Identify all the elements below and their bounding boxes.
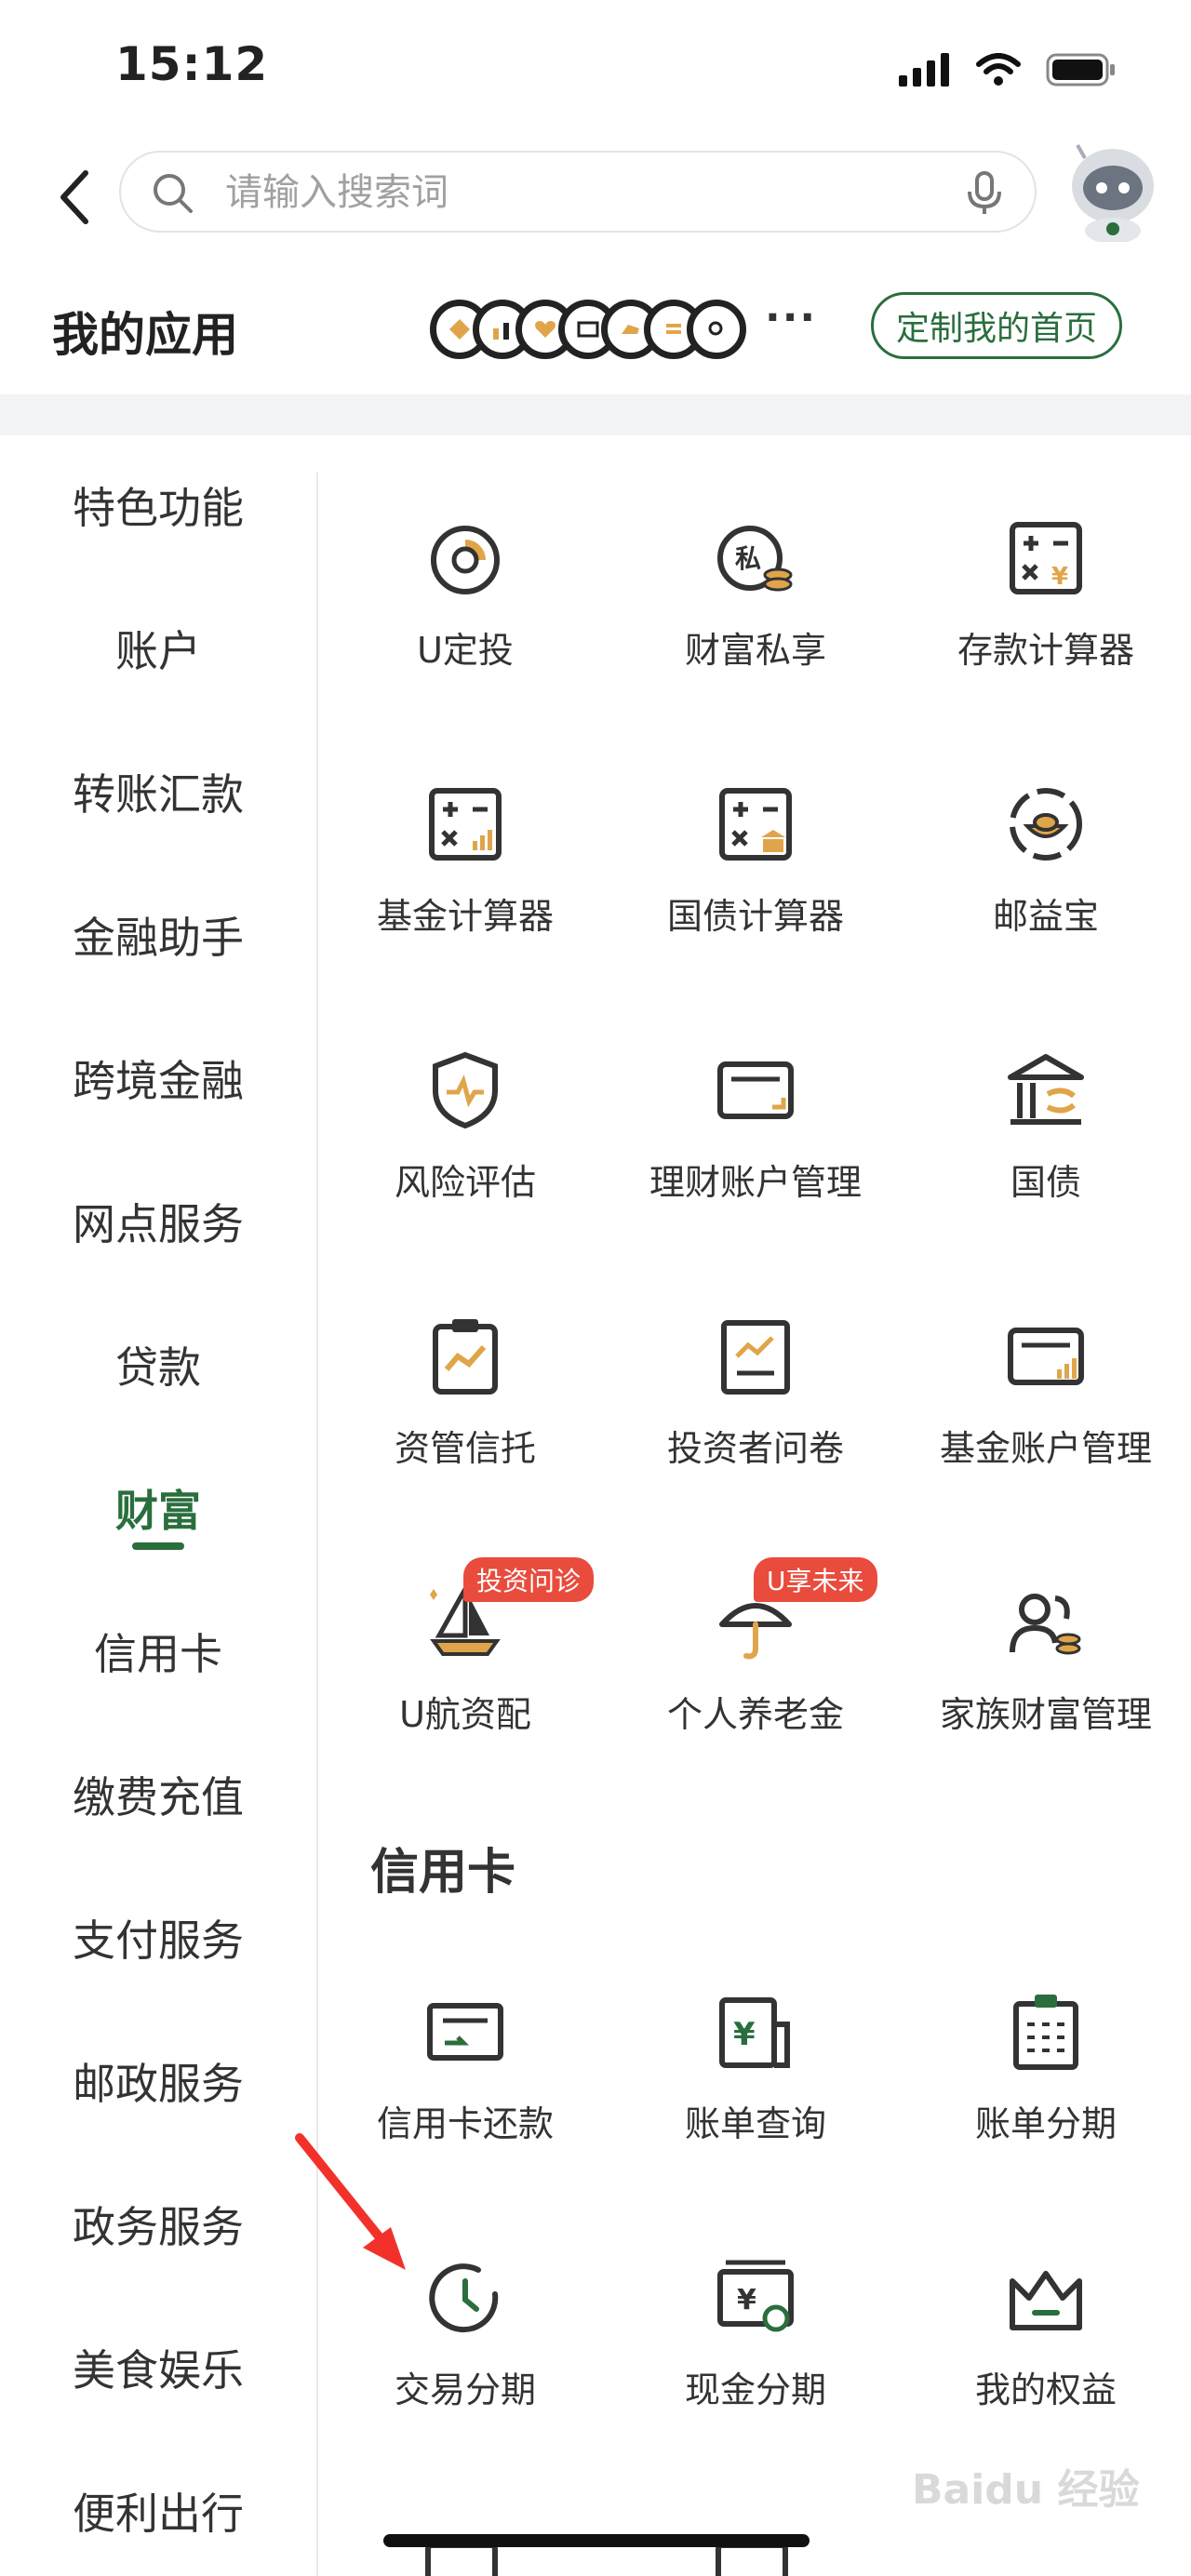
robot-avatar[interactable] bbox=[1057, 140, 1169, 242]
crown-icon bbox=[1010, 2271, 1082, 2330]
app-family-wealth[interactable]: 家族财富管理 bbox=[901, 1578, 1191, 1737]
app-wealth-account-mgmt[interactable]: 理财账户管理 bbox=[610, 1046, 901, 1205]
customize-home-button[interactable]: 定制我的首页 bbox=[871, 292, 1122, 359]
back-arrow-icon[interactable] bbox=[47, 160, 102, 234]
app-investor-questionnaire[interactable]: 投资者问卷 bbox=[610, 1312, 901, 1471]
status-icons bbox=[899, 47, 1117, 93]
questionnaire-icon bbox=[721, 1320, 790, 1395]
badge-u-future: U享未来 bbox=[754, 1557, 877, 1602]
bond-calculator-icon bbox=[719, 788, 792, 861]
status-bar: 15:12 bbox=[0, 0, 1191, 130]
shortcut-search-icon bbox=[687, 300, 746, 359]
svg-text:¥: ¥ bbox=[733, 2016, 756, 2053]
app-deposit-calculator[interactable]: ¥ 存款计算器 bbox=[901, 514, 1191, 673]
badge-investment-diagnosis: 投资问诊 bbox=[463, 1557, 595, 1602]
app-private-wealth[interactable]: 私 财富私享 bbox=[610, 514, 901, 673]
sidebar-item-credit-card[interactable]: 信用卡 bbox=[0, 1621, 316, 1682]
sidebar-item-gov-service[interactable]: 政务服务 bbox=[0, 2194, 316, 2255]
sidebar-item-branch-service[interactable]: 网点服务 bbox=[0, 1191, 316, 1252]
microphone-icon[interactable] bbox=[966, 171, 1003, 216]
wifi-icon bbox=[976, 53, 1021, 86]
private-wealth-icon: 私 bbox=[717, 526, 793, 592]
card-repay-icon bbox=[427, 2003, 503, 2061]
clock-icon bbox=[429, 2263, 499, 2333]
card-icon bbox=[717, 1061, 794, 1119]
app-asset-trust[interactable]: 资管信托 bbox=[320, 1312, 610, 1471]
cash-installment-icon: ¥ bbox=[717, 2260, 794, 2332]
app-bill-installment[interactable]: 账单分期 bbox=[901, 1987, 1191, 2146]
bill-query-icon: ¥ bbox=[719, 1997, 790, 2068]
app-u-hang-allocation[interactable]: 投资问诊 U航资配 bbox=[320, 1557, 610, 1737]
top-nav bbox=[0, 140, 1191, 251]
app-bill-query[interactable]: ¥ 账单查询 bbox=[610, 1987, 901, 2146]
clipboard-chart-icon bbox=[433, 1319, 498, 1395]
app-cash-installment[interactable]: ¥ 现金分期 bbox=[610, 2253, 901, 2412]
sidebar-item-food-entertainment[interactable]: 美食娱乐 bbox=[0, 2337, 316, 2398]
my-apps-row: 我的应用 ··· 定制我的首页 bbox=[0, 279, 1191, 381]
fund-calculator-icon bbox=[429, 788, 502, 861]
search-icon bbox=[154, 174, 193, 213]
app-bond-calculator[interactable]: 国债计算器 bbox=[610, 780, 901, 939]
deposit-calculator-icon: ¥ bbox=[1010, 522, 1082, 594]
family-icon bbox=[1010, 1594, 1081, 1655]
app-my-benefits[interactable]: 我的权益 bbox=[901, 2253, 1191, 2412]
watermark-logo: Baidu 经验 bbox=[912, 2466, 1140, 2514]
app-personal-pension[interactable]: U享未来 个人养老金 bbox=[610, 1557, 901, 1737]
app-risk-assessment[interactable]: 风险评估 bbox=[320, 1046, 610, 1205]
app-u-invest[interactable]: U定投 bbox=[320, 514, 610, 673]
sidebar-item-payment-topup[interactable]: 缴费充值 bbox=[0, 1764, 316, 1825]
app-fund-account-mgmt[interactable]: 基金账户管理 bbox=[901, 1312, 1191, 1471]
home-indicator[interactable] bbox=[383, 2534, 810, 2547]
sidebar-item-loans[interactable]: 贷款 bbox=[0, 1334, 316, 1395]
more-apps-button[interactable]: ··· bbox=[765, 294, 817, 341]
sidebar-item-account[interactable]: 账户 bbox=[0, 618, 316, 679]
bill-installment-icon bbox=[1013, 1995, 1078, 2070]
category-sidebar: 特色功能 账户 转账汇款 金融助手 跨境金融 网点服务 贷款 财富 信用卡 缴费… bbox=[0, 435, 318, 2576]
app-treasury-bond[interactable]: 国债 bbox=[901, 1046, 1191, 1205]
my-apps-title: 我的应用 bbox=[52, 308, 238, 362]
section-divider bbox=[0, 394, 1191, 435]
svg-text:私: 私 bbox=[735, 543, 761, 574]
ingot-icon bbox=[1010, 788, 1082, 861]
pie-chart-icon bbox=[431, 526, 500, 594]
app-youyibao[interactable]: 邮益宝 bbox=[901, 780, 1191, 939]
search-bar[interactable] bbox=[119, 151, 1037, 233]
sidebar-item-postal-service[interactable]: 邮政服务 bbox=[0, 2050, 316, 2112]
sidebar-item-finance-assistant[interactable]: 金融助手 bbox=[0, 904, 316, 966]
sidebar-item-cross-border[interactable]: 跨境金融 bbox=[0, 1048, 316, 1109]
annotation-arrow bbox=[295, 2133, 406, 2270]
credit-card-section-title: 信用卡 bbox=[370, 1845, 516, 1901]
app-fund-calculator[interactable]: 基金计算器 bbox=[320, 780, 610, 939]
svg-text:¥: ¥ bbox=[1051, 563, 1068, 591]
bank-icon bbox=[1008, 1054, 1084, 1125]
battery-icon bbox=[1046, 53, 1115, 87]
sidebar-item-payment-service[interactable]: 支付服务 bbox=[0, 1907, 316, 1969]
sidebar-item-wealth[interactable]: 财富 bbox=[0, 1477, 316, 1550]
sidebar-item-transfer[interactable]: 转账汇款 bbox=[0, 761, 316, 822]
status-time: 15:12 bbox=[115, 37, 269, 91]
svg-text:¥: ¥ bbox=[737, 2284, 756, 2316]
card-chart-icon bbox=[1008, 1328, 1084, 1385]
signal-icon bbox=[899, 53, 949, 87]
search-input[interactable] bbox=[223, 166, 934, 220]
my-apps-shortcut-strip[interactable] bbox=[430, 292, 746, 367]
shield-pulse-icon bbox=[433, 1051, 498, 1129]
sidebar-item-travel[interactable]: 便利出行 bbox=[0, 2480, 316, 2542]
sidebar-item-features[interactable]: 特色功能 bbox=[0, 474, 316, 536]
app-credit-card-repay[interactable]: 信用卡还款 bbox=[320, 1987, 610, 2146]
active-indicator bbox=[132, 1542, 184, 1550]
